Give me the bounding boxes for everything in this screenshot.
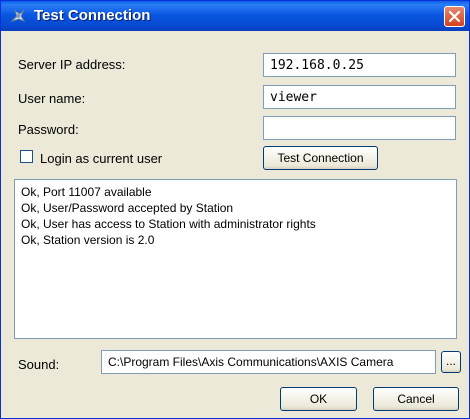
server-ip-input[interactable] (263, 53, 456, 77)
cancel-button[interactable]: Cancel (373, 387, 459, 411)
title-bar[interactable]: Test Connection (1, 1, 469, 31)
connection-log: Ok, Port 11007 available Ok, User/Passwo… (14, 179, 457, 339)
test-connection-button[interactable]: Test Connection (263, 146, 378, 170)
browse-sound-button[interactable]: ... (441, 351, 461, 373)
server-ip-label: Server IP address: (18, 57, 126, 72)
log-line: Ok, Port 11007 available (21, 185, 152, 199)
login-as-current-user-checkbox[interactable] (20, 150, 33, 163)
connection-icon (9, 7, 27, 25)
window-title: Test Connection (34, 7, 151, 24)
ok-button[interactable]: OK (280, 387, 357, 411)
login-as-current-user-label[interactable]: Login as current user (40, 151, 162, 166)
username-label: User name: (18, 91, 86, 106)
password-label: Password: (18, 122, 79, 137)
close-button[interactable] (444, 6, 465, 27)
sound-path-input[interactable] (101, 350, 436, 374)
log-line: Ok, Station version is 2.0 (21, 233, 155, 247)
log-line: Ok, User has access to Station with admi… (21, 217, 316, 231)
log-line: Ok, User/Password accepted by Station (21, 201, 234, 215)
username-input[interactable] (263, 85, 456, 109)
test-connection-dialog: Test Connection Server IP address: User … (0, 0, 470, 419)
password-input[interactable] (263, 116, 456, 140)
close-icon (448, 10, 461, 23)
sound-label: Sound: (18, 357, 60, 372)
